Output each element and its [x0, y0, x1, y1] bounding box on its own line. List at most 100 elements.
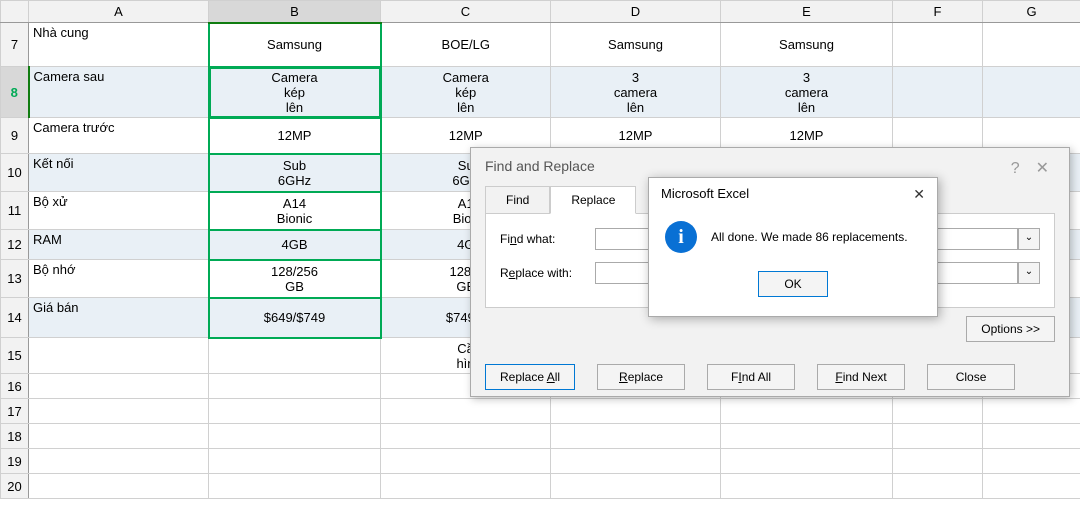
cell-a7[interactable]: Nhà cung [29, 23, 209, 67]
cell-b18[interactable] [209, 424, 381, 449]
cell-f19[interactable] [893, 449, 983, 474]
cell-a18[interactable] [29, 424, 209, 449]
cell-g8[interactable] [983, 67, 1080, 118]
cell-b7[interactable]: Samsung [209, 23, 381, 67]
message-text: All done. We made 86 replacements. [711, 230, 908, 244]
cell-g7[interactable] [983, 23, 1080, 67]
col-header-f[interactable]: F [893, 1, 983, 23]
cell-c17[interactable] [381, 399, 551, 424]
cell-d7[interactable]: Samsung [551, 23, 721, 67]
options-button[interactable]: Options >> [966, 316, 1055, 342]
cell-a12[interactable]: RAM [29, 230, 209, 260]
cell-b19[interactable] [209, 449, 381, 474]
col-header-c[interactable]: C [381, 1, 551, 23]
col-header-g[interactable]: G [983, 1, 1080, 23]
info-icon: i [665, 221, 697, 253]
cell-f8[interactable] [893, 67, 983, 118]
message-dialog: Microsoft Excel ✕ i All done. We made 86… [648, 177, 938, 317]
row-header-11[interactable]: 11 [1, 192, 29, 230]
cell-b20[interactable] [209, 474, 381, 499]
cell-b12[interactable]: 4GB [209, 230, 381, 260]
dialog-title: Find and Replace [485, 158, 595, 178]
tab-find[interactable]: Find [485, 186, 550, 214]
cell-a20[interactable] [29, 474, 209, 499]
col-header-a[interactable]: A [29, 1, 209, 23]
select-all-corner[interactable] [1, 1, 29, 23]
cell-a17[interactable] [29, 399, 209, 424]
find-next-button[interactable]: Find Next [817, 364, 905, 390]
cell-a13[interactable]: Bộ nhớ [29, 260, 209, 298]
cell-b11[interactable]: A14Bionic [209, 192, 381, 230]
row-header-17[interactable]: 17 [1, 399, 29, 424]
cell-f7[interactable] [893, 23, 983, 67]
cell-e18[interactable] [721, 424, 893, 449]
cell-f17[interactable] [893, 399, 983, 424]
cell-b8[interactable]: Camera képlên [209, 67, 381, 118]
cell-d17[interactable] [551, 399, 721, 424]
cell-b17[interactable] [209, 399, 381, 424]
find-dropdown-icon[interactable]: ⌄ [1018, 228, 1040, 250]
close-icon[interactable]: ✕ [1030, 160, 1055, 177]
cell-e17[interactable] [721, 399, 893, 424]
cell-c18[interactable] [381, 424, 551, 449]
cell-c20[interactable] [381, 474, 551, 499]
cell-d20[interactable] [551, 474, 721, 499]
row-header-9[interactable]: 9 [1, 118, 29, 154]
cell-b10[interactable]: Sub6GHz [209, 154, 381, 192]
cell-c7[interactable]: BOE/LG [381, 23, 551, 67]
tab-replace[interactable]: Replace [550, 186, 636, 214]
col-header-d[interactable]: D [551, 1, 721, 23]
replace-with-label: Replace with: [500, 266, 595, 280]
cell-a14[interactable]: Giá bán [29, 298, 209, 338]
col-header-e[interactable]: E [721, 1, 893, 23]
cell-a11[interactable]: Bộ xử [29, 192, 209, 230]
help-icon[interactable]: ? [1005, 160, 1026, 177]
cell-g18[interactable] [983, 424, 1080, 449]
cell-a16[interactable] [29, 374, 209, 399]
find-all-button[interactable]: FInd All [707, 364, 795, 390]
cell-e8[interactable]: 3cameralên [721, 67, 893, 118]
cell-d8[interactable]: 3cameralên [551, 67, 721, 118]
replace-button[interactable]: Replace [597, 364, 685, 390]
row-header-8[interactable]: 8 [1, 67, 29, 118]
row-header-16[interactable]: 16 [1, 374, 29, 399]
cell-c8[interactable]: Camera képlên [381, 67, 551, 118]
ok-button[interactable]: OK [758, 271, 828, 297]
cell-b15[interactable] [209, 338, 381, 374]
cell-b9[interactable]: 12MP [209, 118, 381, 154]
replace-dropdown-icon[interactable]: ⌄ [1018, 262, 1040, 284]
cell-b13[interactable]: 128/256GB [209, 260, 381, 298]
row-header-15[interactable]: 15 [1, 338, 29, 374]
cell-b14[interactable]: $649/$749 [209, 298, 381, 338]
row-header-10[interactable]: 10 [1, 154, 29, 192]
cell-d18[interactable] [551, 424, 721, 449]
cell-a8[interactable]: Camera sau [29, 67, 209, 118]
cell-e20[interactable] [721, 474, 893, 499]
cell-a10[interactable]: Kết nối [29, 154, 209, 192]
message-close-icon[interactable]: ✕ [913, 186, 925, 203]
row-header-14[interactable]: 14 [1, 298, 29, 338]
cell-f20[interactable] [893, 474, 983, 499]
row-header-13[interactable]: 13 [1, 260, 29, 298]
cell-e19[interactable] [721, 449, 893, 474]
cell-a15[interactable] [29, 338, 209, 374]
cell-a19[interactable] [29, 449, 209, 474]
row-header-20[interactable]: 20 [1, 474, 29, 499]
cell-g20[interactable] [983, 474, 1080, 499]
cell-b16[interactable] [209, 374, 381, 399]
close-button[interactable]: Close [927, 364, 1015, 390]
cell-g19[interactable] [983, 449, 1080, 474]
cell-e7[interactable]: Samsung [721, 23, 893, 67]
cell-c19[interactable] [381, 449, 551, 474]
find-what-label: Find what: [500, 232, 595, 246]
row-header-19[interactable]: 19 [1, 449, 29, 474]
replace-all-button[interactable]: Replace All [485, 364, 575, 390]
cell-g17[interactable] [983, 399, 1080, 424]
row-header-7[interactable]: 7 [1, 23, 29, 67]
cell-d19[interactable] [551, 449, 721, 474]
col-header-b[interactable]: B [209, 1, 381, 23]
cell-f18[interactable] [893, 424, 983, 449]
cell-a9[interactable]: Camera trước [29, 118, 209, 154]
row-header-12[interactable]: 12 [1, 230, 29, 260]
row-header-18[interactable]: 18 [1, 424, 29, 449]
